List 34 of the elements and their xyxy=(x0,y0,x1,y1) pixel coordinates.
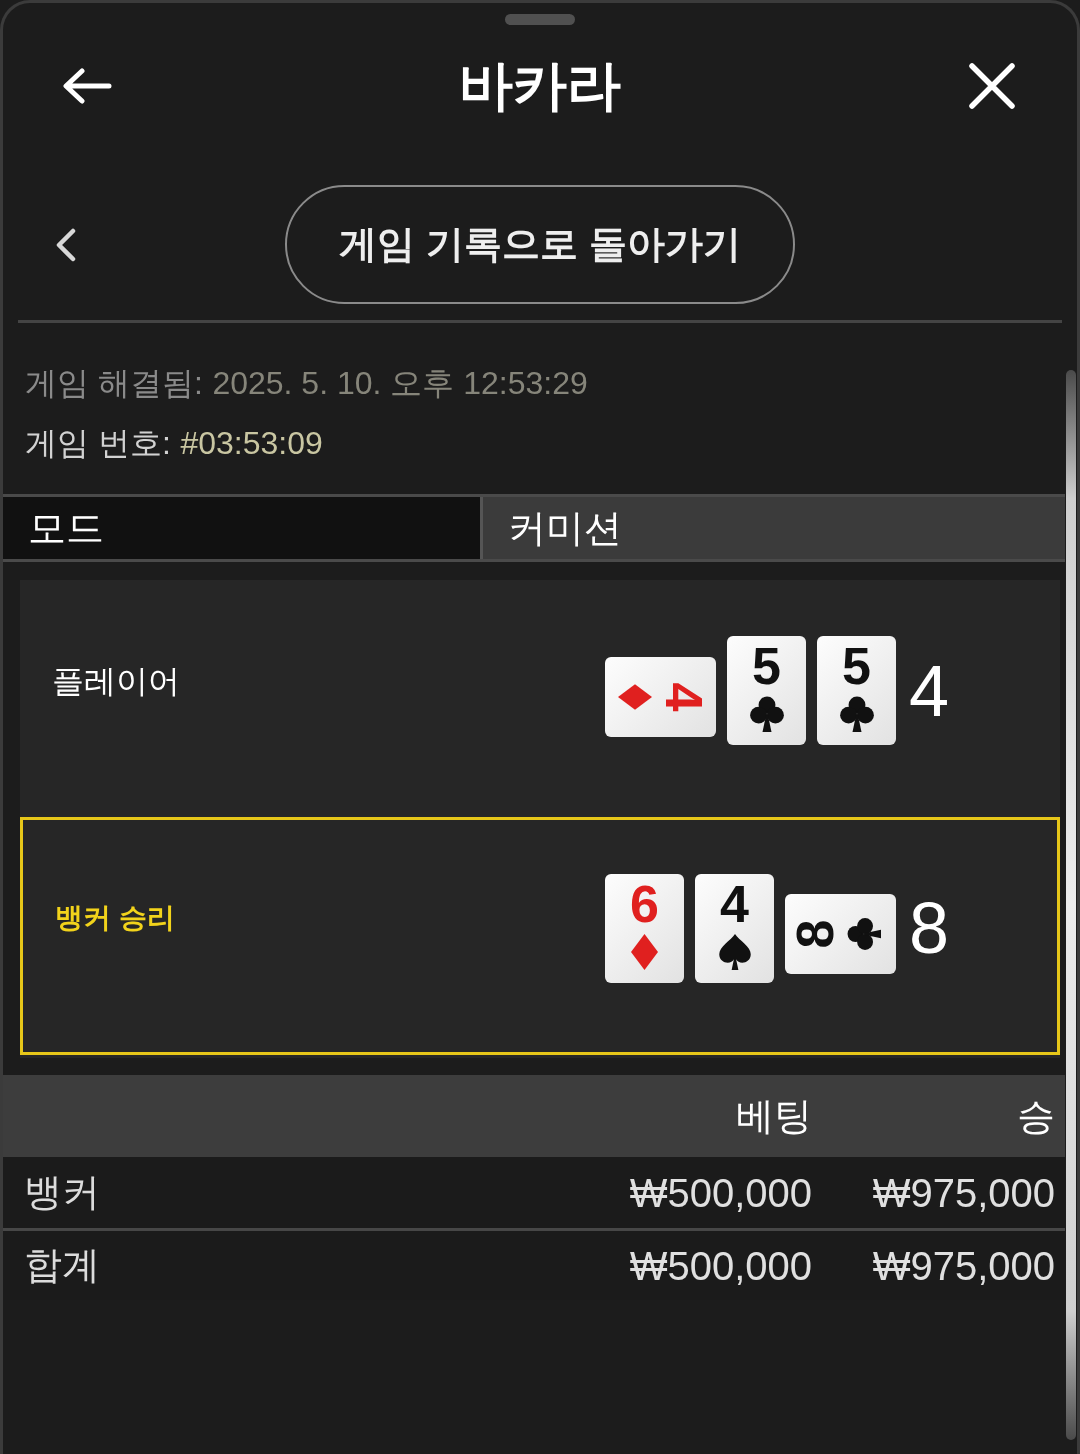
row-label: 뱅커 xyxy=(24,1170,101,1215)
card-rank: 8 xyxy=(789,919,841,949)
previous-button[interactable] xyxy=(55,227,77,262)
drag-handle[interactable] xyxy=(505,14,575,25)
card-rank: 4 xyxy=(658,682,711,711)
info-label: 게임 해결됨: xyxy=(25,364,203,403)
table-cell-text: ₩975,000 xyxy=(871,1169,1055,1217)
close-button[interactable] xyxy=(968,62,1016,110)
arrow-left-icon xyxy=(62,68,112,104)
row-label: 합계 xyxy=(24,1243,101,1288)
mode-value: 커미션 xyxy=(483,497,1065,559)
column-header: 승 xyxy=(1016,1093,1055,1139)
back-to-history-button[interactable]: 게임 기록으로 돌아가기 xyxy=(285,185,795,304)
info-value: #03:53:09 xyxy=(180,424,323,463)
table-cell-text: ₩975,000 xyxy=(871,1242,1055,1290)
close-icon xyxy=(968,62,1016,110)
column-header: 베팅 xyxy=(735,1093,812,1139)
mode-label: 모드 xyxy=(3,497,483,559)
table-cell-text: ₩500,000 xyxy=(628,1242,812,1290)
hand-score: 4 xyxy=(909,654,950,727)
scrollbar[interactable] xyxy=(1066,370,1076,1440)
back-button[interactable] xyxy=(62,68,112,104)
table-cell-text: ₩500,000 xyxy=(628,1169,812,1217)
chevron-left-icon xyxy=(55,227,77,262)
info-value: 2025. 5. 10. 오후 12:53:29 xyxy=(212,364,588,403)
hand-label: 플레이어 xyxy=(51,661,181,701)
card-rank: 5 xyxy=(752,640,781,692)
hand-label: 뱅커 승리 xyxy=(54,901,176,935)
sheet-title: 바카라 xyxy=(459,56,621,116)
card-rank: 4 xyxy=(720,877,749,930)
card-rank: 5 xyxy=(842,640,871,692)
card-rank: 6 xyxy=(630,877,659,930)
info-label: 게임 번호: xyxy=(25,424,171,463)
hand-score: 8 xyxy=(909,892,950,964)
